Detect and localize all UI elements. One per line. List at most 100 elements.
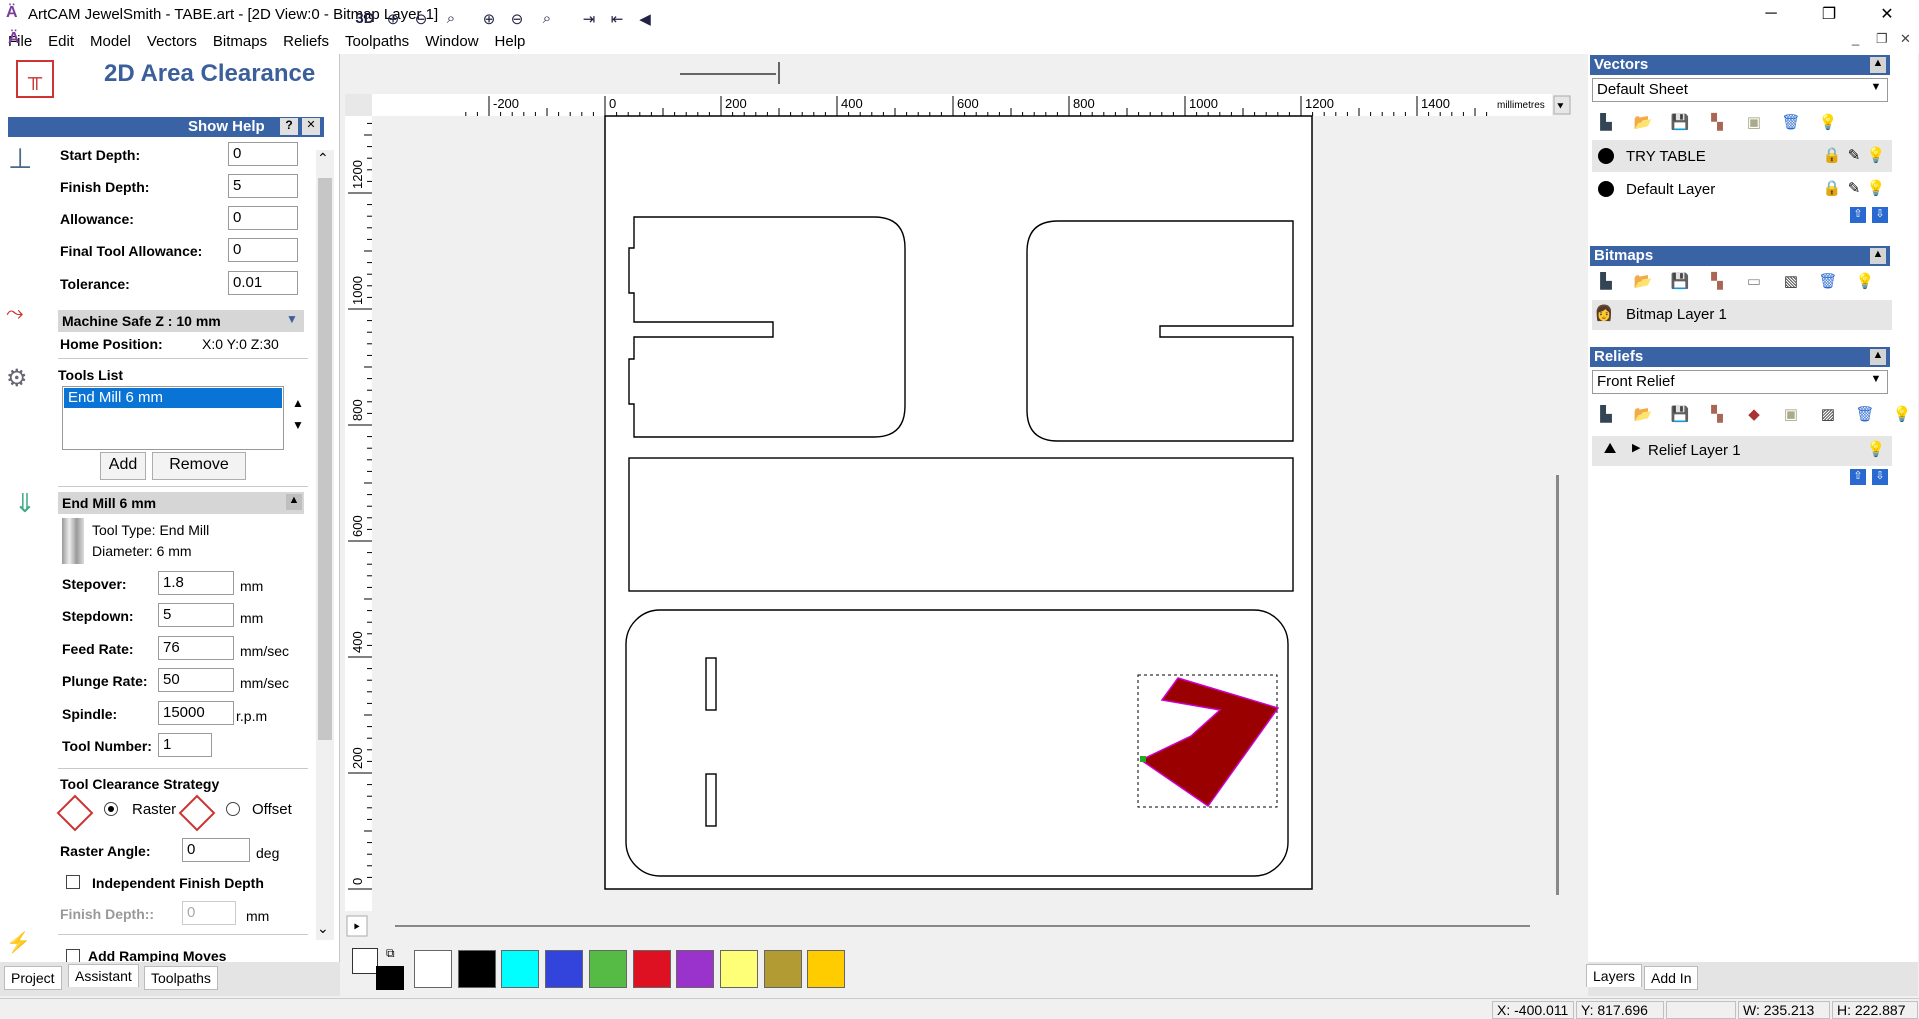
restore-button[interactable]: ❐	[1806, 0, 1852, 28]
tab-toolpaths[interactable]: Toolpaths	[144, 966, 218, 990]
colour-swatch[interactable]	[414, 950, 452, 988]
stepover-input[interactable]: 1.8	[158, 571, 234, 595]
layer-colour-icon[interactable]	[1598, 148, 1614, 164]
mdi-close-icon[interactable]: ✕	[1900, 31, 1911, 47]
add-tool-button[interactable]: Add	[100, 452, 146, 480]
edit-icon[interactable]: ✎	[1844, 146, 1864, 166]
reliefs-collapse-icon[interactable]: ▲	[1870, 349, 1886, 365]
visibility-bulb-icon[interactable]: 💡	[1866, 146, 1886, 166]
scroll-up-icon[interactable]: ⌃	[317, 150, 329, 167]
relief-visibility-icon[interactable]: 💡	[1866, 440, 1886, 460]
tab-project[interactable]: Project	[4, 966, 62, 990]
help-button[interactable]: ?	[280, 118, 298, 135]
open-bitmap-icon[interactable]: 📂	[1633, 272, 1653, 292]
save-relief-icon[interactable]: 💾	[1670, 405, 1690, 425]
edit-icon[interactable]: ✎	[1844, 179, 1864, 199]
3d-view-button[interactable]: 3D	[352, 10, 378, 32]
menu-model[interactable]: Model	[82, 33, 139, 50]
relief-up-icon[interactable]: ⇧	[1850, 469, 1866, 485]
tab-assistant[interactable]: Assistant	[68, 964, 139, 987]
primary-colour-swatch[interactable]	[352, 948, 378, 974]
final-tool-allowance-input[interactable]: 0	[228, 238, 298, 262]
zoom-box-icon[interactable]: ⌕	[440, 10, 462, 32]
drawing-area[interactable]: -200 0 200 400 600 800 1000 1200 1400 1200 1000 80…	[345, 94, 1575, 940]
independent-finish-checkbox[interactable]	[66, 875, 80, 889]
back-icon[interactable]: ◀	[634, 10, 656, 32]
start-depth-input[interactable]: 0	[228, 142, 298, 166]
remove-tool-button[interactable]: Remove	[152, 452, 246, 480]
relief-visibility-all-icon[interactable]: 💡	[1892, 405, 1912, 425]
merge-icon[interactable]: ▣	[1744, 113, 1764, 133]
bitmap-layer-1[interactable]: Bitmap Layer 1	[1592, 300, 1892, 330]
tab-layers[interactable]: Layers	[1586, 964, 1643, 987]
visibility-all-icon[interactable]: 💡	[1818, 113, 1838, 133]
paste-bitmap-icon[interactable]: ▚	[1707, 272, 1727, 292]
relief-down-icon[interactable]: ⇩	[1872, 469, 1888, 485]
tool-collapse-icon[interactable]: ▲	[286, 494, 302, 510]
colour-swatch[interactable]	[632, 950, 671, 988]
save-bitmap-icon[interactable]: 💾	[1670, 272, 1690, 292]
colour-swatch[interactable]	[676, 950, 715, 988]
mdi-restore-icon[interactable]: ❐	[1876, 31, 1888, 47]
tolerance-input[interactable]: 0.01	[228, 271, 298, 295]
menu-window[interactable]: Window	[417, 33, 486, 50]
menu-vectors[interactable]: Vectors	[139, 33, 205, 50]
combine-relief-icon[interactable]: ◆	[1744, 405, 1764, 425]
colour-swatch[interactable]	[719, 950, 758, 988]
relief-layer-1[interactable]: Relief Layer 1	[1592, 436, 1892, 466]
mdi-minimize-icon[interactable]: _	[1852, 31, 1859, 46]
allowance-input[interactable]: 0	[228, 206, 298, 230]
layer-down-icon[interactable]: ⇩	[1872, 207, 1888, 223]
panel-scroll-thumb[interactable]	[318, 178, 332, 740]
paste-relief-icon[interactable]: ▚	[1707, 405, 1727, 425]
vector-sheet-dropdown[interactable]: Default Sheet ▼	[1592, 78, 1888, 102]
vectors-collapse-icon[interactable]: ▲	[1870, 57, 1886, 73]
new-relief-icon[interactable]: ▙	[1596, 405, 1616, 425]
menu-reliefs[interactable]: Reliefs	[275, 33, 337, 50]
zoom-slider-thumb[interactable]	[778, 62, 784, 84]
zoom-in-icon[interactable]: ⊕	[382, 10, 404, 32]
zoom-slider-track[interactable]	[680, 73, 776, 75]
show-help-link[interactable]: Show Help	[188, 118, 265, 135]
colour-swatch[interactable]	[763, 950, 802, 988]
stepdown-input[interactable]: 5	[158, 603, 234, 627]
secondary-colour-swatch[interactable]	[376, 966, 404, 990]
tool-up-icon[interactable]: ▲	[292, 396, 304, 410]
spindle-input[interactable]: 15000	[158, 701, 234, 725]
tool-down-icon[interactable]: ▼	[292, 418, 304, 432]
delete-relief-icon[interactable]: 🗑	[1855, 405, 1875, 425]
swap-colour-icon[interactable]: ⧉	[386, 946, 395, 961]
ramping-checkbox[interactable]	[66, 949, 80, 963]
zoom-previous-icon[interactable]: ⊕	[478, 10, 500, 32]
zoom-out-icon[interactable]: ⊖	[410, 10, 432, 32]
bitmap-to-vector-icon[interactable]: ▧	[1781, 272, 1801, 292]
delete-bitmap-icon[interactable]: 🗑	[1818, 272, 1838, 292]
tool-header-bar[interactable]: End Mill 6 mm	[58, 492, 304, 514]
lock-icon[interactable]: 🔒	[1822, 179, 1842, 199]
open-relief-icon[interactable]: 📂	[1633, 405, 1653, 425]
safe-z-expand-icon[interactable]: ▼	[286, 312, 298, 326]
relief-dropdown[interactable]: Front Relief ▼	[1592, 370, 1888, 394]
bitmaps-collapse-icon[interactable]: ▲	[1870, 248, 1886, 264]
menu-toolpaths[interactable]: Toolpaths	[337, 33, 417, 50]
colour-swatch[interactable]	[457, 950, 496, 988]
design-canvas[interactable]: -200 0 200 400 600 800 1000 1200 1400 1200 1000 80…	[345, 94, 1575, 940]
relief-light-icon[interactable]: ▣	[1781, 405, 1801, 425]
tools-list-item[interactable]: End Mill 6 mm	[64, 388, 282, 408]
delete-icon[interactable]: 🗑	[1781, 113, 1801, 133]
close-button[interactable]: ✕	[1864, 0, 1910, 28]
new-layer-icon[interactable]: ▙	[1596, 113, 1616, 133]
menu-help[interactable]: Help	[487, 33, 534, 50]
offset-radio[interactable]	[226, 802, 240, 816]
tab-add-in[interactable]: Add In	[1644, 966, 1699, 990]
move-icon[interactable]: ⇤	[606, 10, 628, 32]
colour-swatch[interactable]	[545, 950, 584, 988]
close-help-button[interactable]: ✕	[302, 118, 320, 135]
menu-edit[interactable]: Edit	[40, 33, 82, 50]
feed-rate-input[interactable]: 76	[158, 636, 234, 660]
machine-safe-z-bar[interactable]: Machine Safe Z : 10 mm	[58, 310, 304, 332]
finish-depth-input[interactable]: 5	[228, 174, 298, 198]
bitmap-visibility-icon[interactable]: 💡	[1855, 272, 1875, 292]
relief-image-icon[interactable]: ▨	[1818, 405, 1838, 425]
colour-swatch[interactable]	[588, 950, 627, 988]
